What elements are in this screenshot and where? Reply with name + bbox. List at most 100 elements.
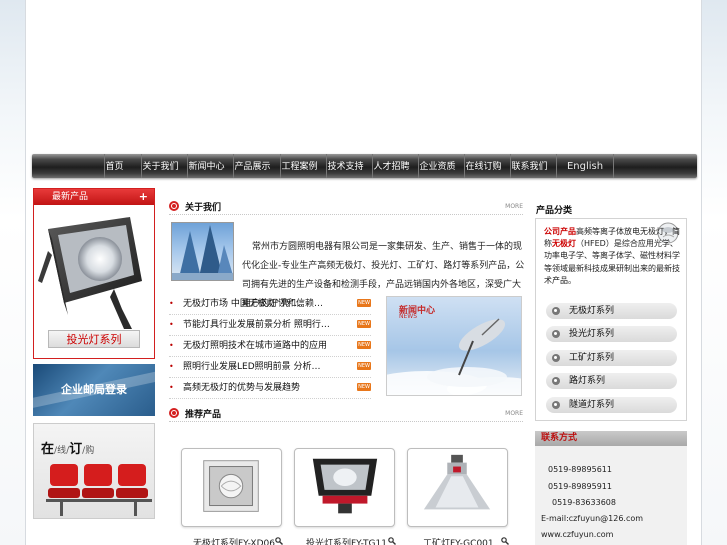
product-categories-title: 产品分类 — [536, 206, 573, 216]
list-bullet-icon: • — [169, 320, 174, 329]
nav-item-english[interactable]: English — [556, 154, 614, 178]
contact-phone-3: 0519-83633608 — [552, 498, 616, 507]
product-image — [423, 454, 491, 510]
order-char-1: 在 — [41, 442, 55, 457]
section-bullet-icon — [169, 408, 179, 418]
section-bullet-icon — [169, 201, 179, 211]
category-label: 无极灯系列 — [569, 306, 615, 316]
list-bullet-icon: • — [169, 362, 174, 371]
product-name[interactable]: 无极灯系列FY-XD06 — [193, 536, 275, 545]
contact-email[interactable]: E-mail:czfuyun@126.com — [541, 514, 643, 523]
new-badge: NEW — [357, 341, 371, 349]
online-order-banner[interactable]: 在/线/订/购 — [33, 423, 155, 519]
contact-phone-2: 0519-89895911 — [548, 482, 612, 491]
product-name[interactable]: 投光灯系列FY-TG11 — [306, 536, 387, 545]
category-item[interactable]: 投光灯系列 — [546, 326, 677, 342]
contact-website[interactable]: www.czfuyun.com — [541, 530, 613, 539]
order-char-3: 订 — [69, 442, 83, 457]
news-item-text[interactable]: 节能灯具行业发展前景分析 照明行… — [183, 315, 330, 335]
page-background-right — [702, 0, 727, 545]
recommend-section-header: 推荐产品 MORE — [169, 406, 523, 422]
news-item[interactable]: • 高频无极灯的优势与发展趋势 NEW — [169, 378, 371, 399]
about-more-link[interactable]: MORE — [505, 203, 523, 210]
company-building-image — [171, 222, 234, 281]
zoom-icon[interactable] — [501, 537, 509, 545]
red-chairs-image — [46, 464, 152, 516]
news-item-text[interactable]: 高频无极灯的优势与发展趋势 — [183, 378, 300, 398]
list-bullet-icon: • — [169, 383, 174, 392]
about-section-header: 关于我们 MORE — [169, 199, 523, 215]
zoom-icon[interactable] — [275, 537, 283, 545]
enterprise-mail-login-banner[interactable]: 企业邮局登录 — [33, 364, 155, 416]
product-card[interactable] — [407, 448, 508, 527]
nav-item-support[interactable]: 技术支持 — [326, 154, 364, 178]
main-nav: 首页 关于我们 新闻中心 产品展示 工程案例 技术支持 人才招聘 企业资质 在线… — [32, 154, 697, 178]
expand-icon[interactable]: + — [139, 189, 148, 205]
online-order-title: 在/线/订/购 — [41, 442, 95, 457]
nav-item-qualification[interactable]: 企业资质 — [418, 154, 456, 178]
new-badge: NEW — [357, 320, 371, 328]
floodlight-series-button[interactable]: 投光灯系列 — [48, 330, 140, 348]
news-item-text[interactable]: 无极灯照明技术在城市道路中的应用 — [183, 336, 327, 356]
product-image — [203, 460, 259, 512]
product-name[interactable]: 工矿灯FY-GC001 — [423, 536, 494, 545]
category-item[interactable]: 隧道灯系列 — [546, 397, 677, 413]
new-badge: NEW — [357, 362, 371, 370]
news-item-text[interactable]: 照明行业发展LED照明前景 分析… — [183, 357, 321, 377]
news-label-en: NEWS — [399, 313, 418, 320]
desc-prefix: 公司产品 — [544, 227, 576, 236]
nav-item-jobs[interactable]: 人才招聘 — [372, 154, 410, 178]
new-products-title: 最新产品 — [52, 192, 89, 202]
nav-item-contact[interactable]: 联系我们 — [510, 154, 548, 178]
category-bullet-icon — [552, 377, 560, 385]
zoom-icon[interactable] — [388, 537, 396, 545]
news-item[interactable]: • 无极灯照明技术在城市道路中的应用 NEW — [169, 336, 371, 357]
new-badge: NEW — [357, 383, 371, 391]
desc-highlight: 无极灯 — [552, 239, 576, 249]
new-badge: NEW — [357, 299, 371, 307]
news-item[interactable]: • 照明行业发展LED照明前景 分析… NEW — [169, 357, 371, 378]
category-label: 隧道灯系列 — [569, 400, 615, 410]
order-char-4: 购 — [85, 446, 95, 456]
contact-header: 联系方式 — [535, 431, 687, 446]
nav-item-news[interactable]: 新闻中心 — [187, 154, 225, 178]
product-categories-description: 公司产品高频等离子体放电无极灯，简称无极灯（HFED）是综合应用光学、功率电子学… — [544, 226, 680, 287]
page-container: 首页 关于我们 新闻中心 产品展示 工程案例 技术支持 人才招聘 企业资质 在线… — [25, 0, 702, 545]
list-bullet-icon: • — [169, 299, 174, 308]
list-bullet-icon: • — [169, 341, 174, 350]
category-bullet-icon — [552, 354, 560, 362]
category-bullet-icon — [552, 307, 560, 315]
contact-phone-1: 0519-89895611 — [548, 465, 612, 474]
nav-item-order[interactable]: 在线订购 — [464, 154, 502, 178]
recommend-more-link[interactable]: MORE — [505, 410, 523, 417]
new-products-panel: 最新产品 + 投光灯系列 — [33, 188, 155, 359]
nav-item-home[interactable]: 首页 — [104, 154, 124, 178]
contact-panel: 0519-89895611 0519-89895911 0519-8363360… — [535, 446, 687, 545]
recommend-section-title: 推荐产品 — [185, 410, 222, 420]
product-card[interactable] — [181, 448, 282, 527]
nav-item-cases[interactable]: 工程案例 — [280, 154, 318, 178]
order-char-2: 线 — [57, 446, 67, 456]
news-center-image[interactable]: 新闻中心 NEWS — [386, 296, 522, 396]
about-section-title: 关于我们 — [185, 203, 222, 213]
nav-item-products[interactable]: 产品展示 — [233, 154, 271, 178]
category-bullet-icon — [552, 330, 560, 338]
floodlight-product-image[interactable] — [38, 211, 150, 331]
product-card[interactable] — [294, 448, 395, 527]
category-label: 工矿灯系列 — [569, 353, 615, 363]
category-item[interactable]: 无极灯系列 — [546, 303, 677, 319]
category-bullet-icon — [552, 401, 560, 409]
category-label: 路灯系列 — [569, 376, 606, 386]
category-label: 投光灯系列 — [569, 329, 615, 339]
news-item[interactable]: • 节能灯具行业发展前景分析 照明行… NEW — [169, 315, 371, 336]
news-list: • 无极灯市场 中国无极灯“亮”… NEW • 节能灯具行业发展前景分析 照明行… — [169, 294, 371, 399]
news-item[interactable]: • 无极灯市场 中国无极灯“亮”… NEW — [169, 294, 371, 315]
login-banner-text: 企业邮局登录 — [61, 383, 127, 396]
page-background-left — [0, 0, 25, 545]
news-item-text[interactable]: 无极灯市场 中国无极灯“亮”… — [183, 294, 303, 314]
product-image — [312, 458, 378, 514]
nav-item-about[interactable]: 关于我们 — [141, 154, 179, 178]
new-products-header: 最新产品 + — [34, 189, 154, 205]
category-item[interactable]: 工矿灯系列 — [546, 350, 677, 366]
category-item[interactable]: 路灯系列 — [546, 373, 677, 389]
